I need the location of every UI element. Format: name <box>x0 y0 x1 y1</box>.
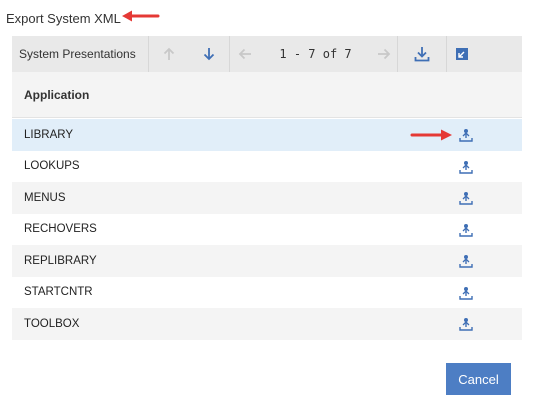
toolbar-title: System Presentations <box>19 47 136 61</box>
row-label: LOOKUPS <box>24 160 80 173</box>
arrow-right-icon <box>378 48 391 60</box>
application-list: LIBRARY LOOKUPS MENUS RECHOVERS REPLIBRA… <box>12 119 522 340</box>
export-icon[interactable] <box>459 191 473 205</box>
export-icon[interactable] <box>459 317 473 331</box>
arrow-left-icon <box>238 48 251 60</box>
export-icon[interactable] <box>459 128 473 142</box>
download-button[interactable] <box>398 36 446 72</box>
dialog-title-row: Export System XML <box>6 9 121 27</box>
table-row[interactable]: REPLIBRARY <box>12 245 522 277</box>
pagination-status: 1 - 7 of 7 <box>279 47 352 61</box>
export-icon[interactable] <box>459 286 473 300</box>
collapse-button[interactable] <box>447 36 476 72</box>
export-icon[interactable] <box>459 254 473 268</box>
row-label: TOOLBOX <box>24 317 80 330</box>
toolbar: System Presentations 1 - 7 of 7 <box>12 36 522 72</box>
sort-descending-button[interactable] <box>189 36 229 72</box>
table-row[interactable]: RECHOVERS <box>12 214 522 246</box>
row-label: REPLIBRARY <box>24 254 97 267</box>
row-label: STARTCNTR <box>24 286 93 299</box>
collapse-icon <box>455 48 468 60</box>
download-icon <box>414 47 430 62</box>
export-icon[interactable] <box>459 223 473 237</box>
sort-ascending-button[interactable] <box>149 36 189 72</box>
dialog-title: Export System XML <box>6 10 121 26</box>
table-row[interactable]: TOOLBOX <box>12 308 522 340</box>
table-row[interactable]: STARTCNTR <box>12 277 522 309</box>
next-page-button[interactable] <box>371 36 397 72</box>
arrow-down-icon <box>203 48 215 61</box>
row-label: MENUS <box>24 191 66 204</box>
row-label: RECHOVERS <box>24 223 97 236</box>
cancel-button[interactable]: Cancel <box>446 363 511 395</box>
annotation-arrow-icon <box>122 10 160 22</box>
annotation-arrow-icon <box>410 129 452 141</box>
table-row[interactable]: MENUS <box>12 182 522 214</box>
table-row[interactable]: LOOKUPS <box>12 151 522 183</box>
column-header-application[interactable]: Application <box>12 72 522 118</box>
previous-page-button[interactable] <box>230 36 260 72</box>
export-icon[interactable] <box>459 160 473 174</box>
arrow-up-icon <box>163 47 175 60</box>
